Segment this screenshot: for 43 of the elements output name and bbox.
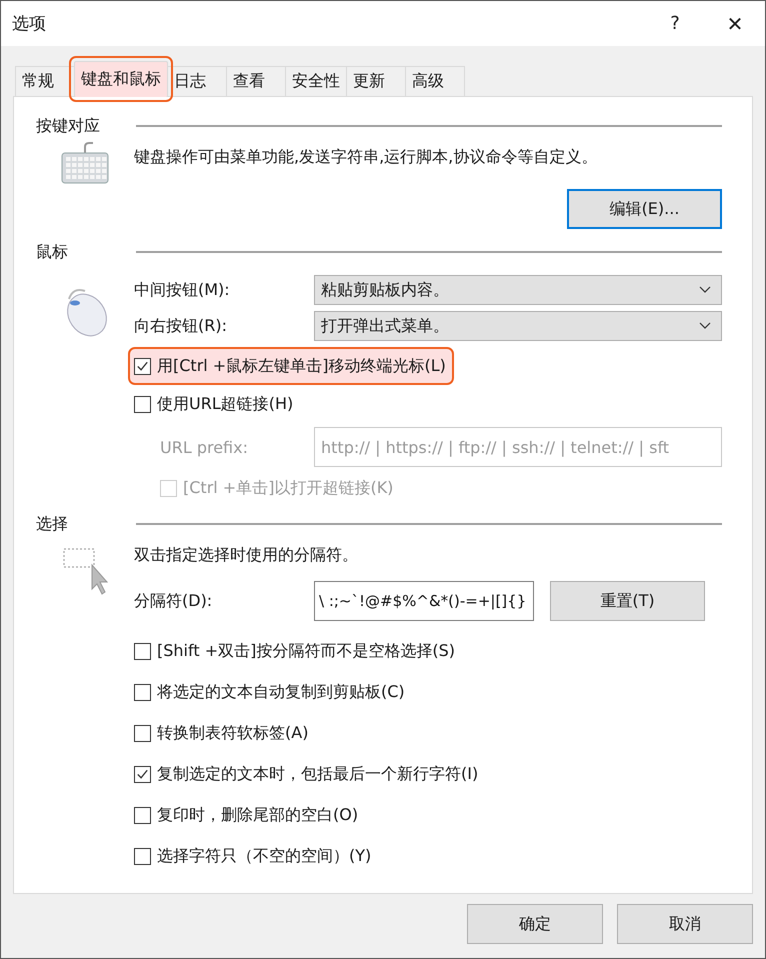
tab[interactable]: 高级	[405, 66, 465, 96]
help-button[interactable]: ?	[645, 1, 705, 46]
checkbox[interactable]	[134, 642, 151, 660]
tab[interactable]: 日志	[167, 66, 227, 96]
checkbox[interactable]	[134, 684, 151, 700]
dropdown[interactable]: 打开弹出式菜单。	[314, 311, 722, 341]
checkbox-option[interactable]: 用[Ctrl +鼠标左键单击]移动终端光标(L)	[130, 349, 452, 383]
dialog-button[interactable]: 确定	[467, 904, 603, 944]
selection-cursor-icon	[62, 547, 108, 597]
dropdown[interactable]: 粘贴剪贴板内容。	[314, 275, 722, 305]
chevron-down-icon	[699, 286, 711, 294]
section-heading: 选择	[36, 514, 69, 534]
field-label: 中间按钮(M):	[134, 280, 231, 300]
checkbox-label: 将选定的文本自动复制到剪贴板(C)	[157, 682, 405, 702]
checkbox-label: 复制选定的文本时，包括最后一个新行字符(I)	[157, 764, 478, 784]
field-label: 分隔符(D):	[134, 590, 214, 612]
checkbox[interactable]	[134, 806, 151, 824]
checkbox[interactable]	[134, 766, 151, 782]
checkbox[interactable]	[134, 848, 151, 864]
edit-button[interactable]: 编辑(E)...	[567, 189, 722, 229]
checkbox-label: [Ctrl +单击]以打开超链接(K)	[183, 478, 394, 498]
close-button[interactable]: ✕	[705, 1, 765, 46]
checkbox[interactable]	[134, 724, 151, 742]
checkbox[interactable]	[134, 358, 151, 374]
reset-button[interactable]: 重置(T)	[550, 581, 705, 621]
keyboard-icon	[59, 139, 111, 185]
chevron-down-icon	[699, 322, 711, 330]
tab[interactable]: 常规	[15, 66, 75, 96]
checkbox-label: 使用URL超链接(H)	[157, 394, 294, 414]
window-title: 选项	[12, 13, 46, 35]
checkbox-label: [Shift +双击]按分隔符而不是空格选择(S)	[157, 640, 455, 662]
field-label: 向右按钮(R):	[134, 316, 228, 336]
description-text: 双击指定选择时使用的分隔符。	[134, 544, 359, 566]
description-text: 键盘操作可由菜单功能,发送字符串,运行脚本,协议命令等自定义。	[134, 146, 598, 168]
checkbox-label: 选择字符只（不空的空间）(Y)	[157, 846, 372, 866]
section-heading: 鼠标	[36, 242, 69, 262]
delimiter-field[interactable]: \ :;~`!@#$%^&*()-=+|[]{}	[314, 581, 534, 621]
field-label: URL prefix:	[159, 438, 249, 456]
dialog-button[interactable]: 取消	[617, 904, 753, 944]
section-heading: 按键对应	[36, 116, 101, 136]
checkbox[interactable]	[134, 396, 151, 412]
checkbox-label: 转换制表符软标签(A)	[157, 722, 308, 744]
checkbox-label: 复印时，删除尾部的空白(O)	[157, 804, 358, 826]
